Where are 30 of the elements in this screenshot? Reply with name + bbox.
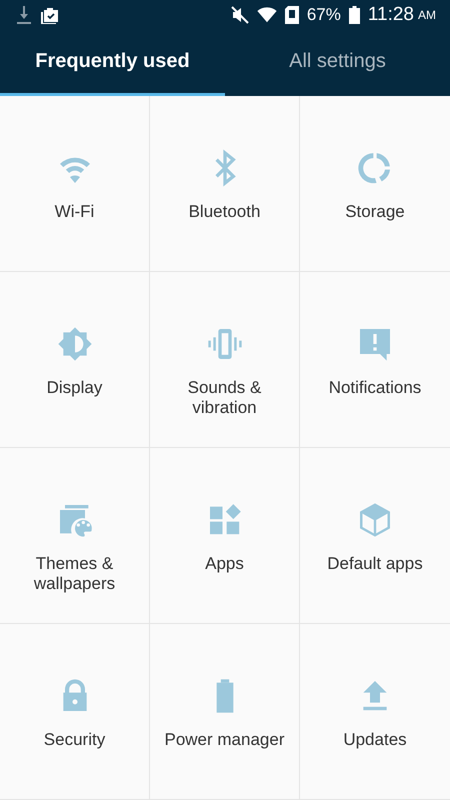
tile-label: Notifications (328, 378, 422, 398)
settings-tile[interactable]: Sounds & vibration (150, 272, 300, 448)
tab[interactable]: All settings (225, 30, 450, 96)
tile-label: Sounds & vibration (186, 378, 262, 418)
wifi-signal-icon (256, 7, 277, 23)
clock-time: 11:28 (368, 4, 414, 26)
settings-tile[interactable]: Security (0, 624, 150, 800)
settings-tile[interactable]: Apps (150, 448, 300, 624)
settings-tile[interactable]: Bluetooth (150, 96, 300, 272)
tile-label: Security (44, 730, 106, 750)
settings-tile[interactable]: Display (0, 272, 150, 448)
tile-label: Power manager (164, 730, 284, 750)
settings-tile[interactable]: Wi-Fi (0, 96, 150, 272)
tile-label: Themes & wallpapers (32, 554, 116, 594)
tile-label: Wi-Fi (54, 202, 94, 222)
tile-label: Apps (205, 554, 244, 574)
mute-icon (230, 6, 249, 24)
meridiem: AM (418, 8, 436, 22)
sim-icon (284, 6, 299, 24)
battery-icon (348, 6, 360, 24)
tile-label: Bluetooth (188, 202, 260, 222)
tile-label: Display (46, 378, 102, 398)
briefcase-check-icon (40, 6, 60, 24)
tile-label: Default apps (327, 554, 423, 574)
settings-tile[interactable]: Power manager (150, 624, 300, 800)
tile-label: Updates (343, 730, 407, 750)
battery-percent: 67% (306, 5, 341, 25)
download-icon (16, 6, 32, 24)
settings-tile[interactable]: Themes & wallpapers (0, 448, 150, 624)
tile-label: Storage (345, 202, 405, 222)
